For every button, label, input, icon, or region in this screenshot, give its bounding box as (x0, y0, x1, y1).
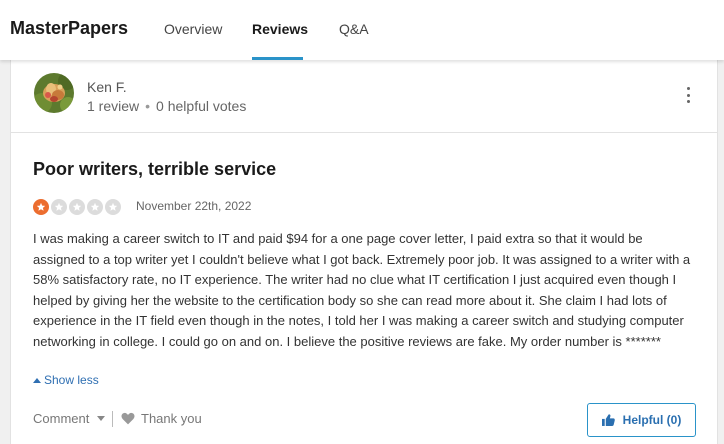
card-divider (11, 132, 717, 133)
review-date: November 22th, 2022 (136, 199, 252, 213)
star-rating (33, 199, 121, 215)
comment-button[interactable]: Comment (33, 411, 106, 426)
helpful-label: Helpful (0) (622, 413, 682, 427)
tab-qa[interactable]: Q&A (339, 21, 369, 37)
review-body: I was making a career switch to IT and p… (33, 231, 691, 349)
tab-overview[interactable]: Overview (164, 21, 222, 37)
caret-up-icon (33, 377, 41, 383)
chevron-down-icon (97, 416, 106, 421)
helpful-button[interactable]: Helpful (0) (587, 403, 696, 437)
avatar[interactable] (34, 73, 74, 113)
show-less-link[interactable]: Show less (33, 373, 99, 387)
star-icon (51, 199, 67, 215)
active-tab-indicator (252, 57, 303, 60)
action-divider (112, 411, 113, 427)
thank-you-button[interactable]: Thank you (121, 411, 202, 426)
star-icon (69, 199, 85, 215)
reviewer-name[interactable]: Ken F. (87, 79, 127, 95)
star-icon (105, 199, 121, 215)
reviewer-stats: 1 review • 0 helpful votes (87, 98, 246, 114)
thumbs-up-icon (601, 414, 615, 426)
helpful-votes-count: 0 helpful votes (156, 98, 247, 114)
review-title: Poor writers, terrible service (33, 159, 277, 179)
brand-name[interactable]: MasterPapers (10, 18, 128, 39)
more-options-icon[interactable] (683, 87, 693, 103)
tab-reviews[interactable]: Reviews (252, 21, 308, 37)
star-icon (87, 199, 103, 215)
star-icon (33, 199, 49, 215)
top-navigation-bar: MasterPapers Overview Reviews Q&A (0, 0, 724, 60)
heart-icon (121, 412, 135, 425)
review-card: Ken F. 1 review • 0 helpful votes Poor wri… (10, 60, 718, 444)
comment-label: Comment (33, 411, 90, 426)
flower-photo-icon (34, 73, 74, 113)
review-count: 1 review (87, 98, 140, 114)
meta-separator: • (145, 98, 151, 114)
thank-you-label: Thank you (141, 411, 202, 426)
show-less-label: Show less (44, 373, 99, 387)
